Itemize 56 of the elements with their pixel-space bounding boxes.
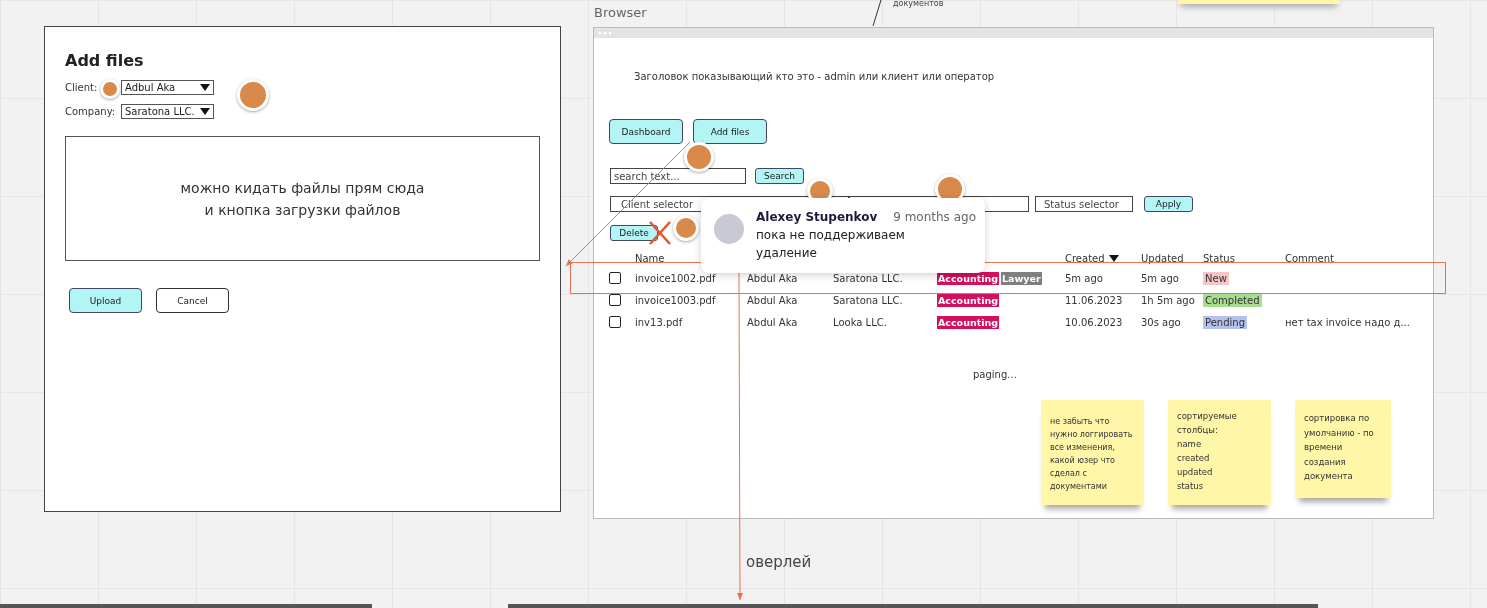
page-heading: Заголовок показывающий кто это - admin или клиент или оператор (634, 71, 996, 82)
table-cell-text: 10.06.2023 (1065, 316, 1124, 328)
board-text: документов (893, 0, 944, 8)
search-button[interactable]: Search (755, 168, 804, 184)
company-dropdown[interactable]: Saratona LLC. (121, 103, 214, 119)
client-dropdown[interactable]: Adbul Aka (121, 79, 214, 95)
tag: Accounting (937, 315, 1000, 329)
delete-button[interactable]: Delete (610, 225, 658, 241)
field-label: Company: (65, 105, 116, 117)
nav-button[interactable]: Dashboard (609, 119, 683, 144)
column-header[interactable]: Updated (1141, 253, 1203, 264)
comment-text: пока не поддерживаем удаление (756, 227, 906, 262)
status-selector[interactable]: Status selector (1035, 196, 1133, 212)
status-badge: New (1203, 271, 1229, 285)
frame-title: Add files (65, 51, 145, 70)
table-cell-text: Abdul Aka (747, 294, 799, 306)
sticky-note: сортируемые столбцы: name created updated status (1168, 400, 1271, 505)
table-cell-text: 5m ago (1065, 272, 1104, 284)
row-checkbox[interactable] (609, 316, 621, 328)
cancel-button[interactable]: Cancel (156, 288, 229, 313)
table-cell-text: 30s ago (1141, 316, 1182, 328)
table-cell-text: Looka LLC. (833, 316, 888, 328)
table-cell-text: Abdul Aka (747, 316, 799, 328)
sticky-note: не забыть что нужно логгировать все изменения, какой юзер что сделал с документами (1041, 400, 1144, 505)
file-name[interactable]: inv13.pdf (635, 316, 747, 328)
table-cell-text: Saratona LLC. (833, 272, 904, 284)
table-cell-text: Abdul Aka (747, 272, 799, 284)
avatar (714, 214, 744, 244)
table-cell-text: Saratona LLC. (833, 294, 904, 306)
tag: Lawyer (1001, 271, 1042, 285)
caret-icon (200, 107, 210, 115)
comment-author: Alexey Stupenkov (756, 210, 878, 224)
frame-label: Browser (594, 5, 647, 20)
column-header[interactable]: Status (1203, 253, 1285, 264)
connector-line (872, 0, 882, 27)
upload-button[interactable]: Upload (69, 288, 142, 313)
paging-text: paging... (973, 369, 1018, 380)
row-checkbox[interactable] (609, 272, 621, 284)
table-cell-text: нет tax invoice надо д... (1285, 316, 1411, 328)
board-text: оверлей (746, 553, 812, 571)
sticky-note: сортировка по умолчанию - по времени создания документа (1295, 400, 1391, 498)
table-cell-text: 5m ago (1141, 272, 1180, 284)
table-cell-text: 11.06.2023 (1065, 294, 1124, 306)
table-cell-text: 1h 5m ago (1141, 294, 1196, 306)
apply-button[interactable]: Apply (1144, 196, 1193, 212)
nav-button[interactable]: Add files (693, 119, 767, 144)
drop-zone[interactable]: можно кидать файлы прям сюда и кнопка загрузки файлов (65, 136, 540, 261)
status-badge: Pending (1203, 315, 1247, 329)
column-header[interactable]: Created (1065, 253, 1141, 264)
field-label: Client: (65, 81, 98, 93)
caret-icon (200, 83, 210, 91)
row-checkbox[interactable] (609, 294, 621, 306)
comment-time: 9 months ago (893, 210, 976, 224)
file-name[interactable]: invoice1003.pdf (635, 294, 747, 306)
file-name[interactable]: invoice1002.pdf (635, 272, 747, 284)
column-header[interactable]: Comment (1285, 253, 1435, 264)
